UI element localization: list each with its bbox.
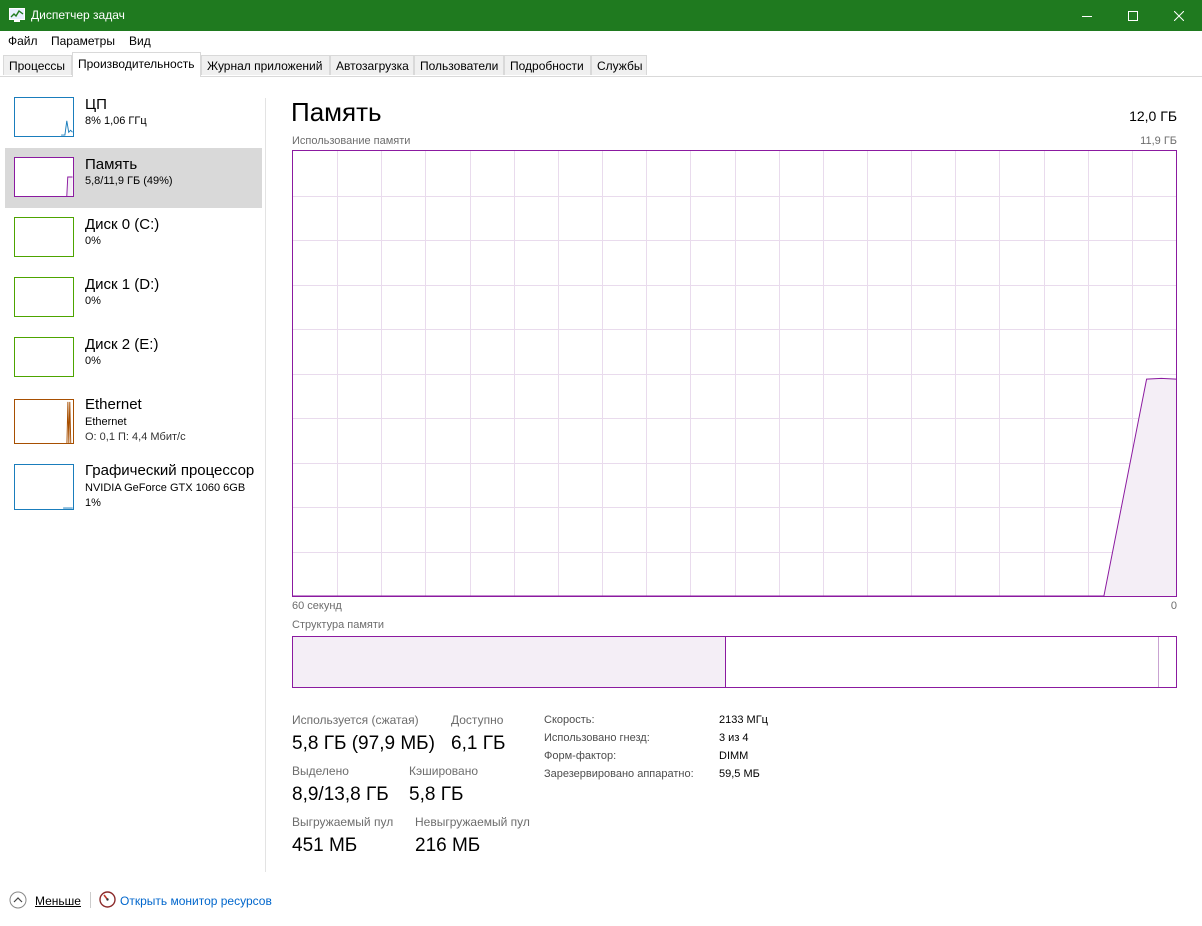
footer-divider xyxy=(90,892,91,908)
hardware-reserved-value: 59,5 МБ xyxy=(719,768,760,780)
cpu-usage: 8% 1,06 ГГц xyxy=(85,115,147,127)
paged-pool-label: Выгружаемый пул xyxy=(292,815,394,829)
maximize-button[interactable] xyxy=(1110,0,1156,31)
tab-users[interactable]: Пользователи xyxy=(414,55,504,75)
disk-1-thumbnail xyxy=(14,277,74,317)
time-axis-start: 60 секунд xyxy=(292,600,342,612)
ethernet-adapter: Ethernet xyxy=(85,416,127,428)
menu-bar: Файл Параметры Вид xyxy=(0,31,1202,52)
disk-1-name: Диск 1 (D:) xyxy=(85,276,160,293)
menu-file[interactable]: Файл xyxy=(8,34,38,48)
form-factor-label: Форм-фактор: xyxy=(544,750,617,762)
tab-details[interactable]: Подробности xyxy=(504,55,591,75)
tab-performance[interactable]: Производительность xyxy=(72,52,201,77)
minimize-icon xyxy=(1082,15,1092,17)
resource-monitor-icon xyxy=(99,891,116,908)
form-factor-value: DIMM xyxy=(719,750,749,762)
page-title: Память xyxy=(291,97,382,127)
memory-usage: 5,8/11,9 ГБ (49%) xyxy=(85,175,173,187)
chevron-up-icon[interactable] xyxy=(9,891,27,909)
fewer-details-link[interactable]: Меньше xyxy=(35,894,81,908)
memory-thumbnail xyxy=(14,157,74,197)
disk-0-usage: 0% xyxy=(85,235,101,247)
speed-value: 2133 МГц xyxy=(719,714,768,726)
maximize-icon xyxy=(1128,10,1138,21)
footer: Меньше Открыть монитор ресурсов xyxy=(0,878,1202,926)
disk-0-thumbnail xyxy=(14,217,74,257)
panel-separator xyxy=(265,98,266,872)
close-button[interactable] xyxy=(1156,0,1202,31)
hardware-reserved-label: Зарезервировано аппаратно: xyxy=(544,768,694,780)
slots-value: 3 из 4 xyxy=(719,732,749,744)
memory-total: 12,0 ГБ xyxy=(1129,108,1177,124)
memory-name: Память xyxy=(85,156,138,173)
gpu-model: NVIDIA GeForce GTX 1060 6GB xyxy=(85,482,246,494)
tab-app-history[interactable]: Журнал приложений xyxy=(201,55,330,75)
resource-disk-0[interactable]: Диск 0 (C:) 0% xyxy=(5,208,262,268)
slots-label: Использовано гнезд: xyxy=(544,732,650,744)
ethernet-thumbnail xyxy=(14,399,74,444)
tab-processes[interactable]: Процессы xyxy=(3,55,72,75)
disk-2-name: Диск 2 (E:) xyxy=(85,336,159,353)
title-bar[interactable]: Диспетчер задач xyxy=(0,0,1202,31)
gpu-usage: 1% xyxy=(85,497,101,509)
close-icon xyxy=(1174,10,1184,21)
resource-disk-1[interactable]: Диск 1 (D:) 0% xyxy=(5,268,262,328)
cached-value: 5,8 ГБ xyxy=(409,784,464,805)
gpu-thumbnail xyxy=(14,464,74,510)
resource-cpu[interactable]: ЦП 8% 1,06 ГГц xyxy=(5,88,262,148)
tab-services[interactable]: Службы xyxy=(591,55,647,75)
cpu-name: ЦП xyxy=(85,96,107,113)
disk-2-usage: 0% xyxy=(85,355,101,367)
resource-gpu[interactable]: Графический процессор NVIDIA GeForce GTX… xyxy=(5,458,262,518)
chart-grid xyxy=(293,151,1176,596)
speed-label: Скорость: xyxy=(544,714,595,726)
open-resource-monitor-link[interactable]: Открыть монитор ресурсов xyxy=(120,894,272,908)
cpu-thumbnail xyxy=(14,97,74,137)
tab-startup[interactable]: Автозагрузка xyxy=(330,55,414,75)
memory-composition-bar[interactable] xyxy=(292,636,1177,688)
usage-chart-max: 11,9 ГБ xyxy=(1140,135,1177,147)
composition-standby-boundary xyxy=(293,637,1160,687)
nonpaged-pool-value: 216 МБ xyxy=(415,835,481,856)
tab-bar: Процессы Производительность Журнал прило… xyxy=(0,52,1202,77)
window-title: Диспетчер задач xyxy=(31,8,125,22)
gpu-name: Графический процессор xyxy=(85,462,255,479)
committed-value: 8,9/13,8 ГБ xyxy=(292,784,389,805)
minimize-button[interactable] xyxy=(1064,0,1110,31)
committed-label: Выделено xyxy=(292,764,349,778)
disk-2-thumbnail xyxy=(14,337,74,377)
disk-1-usage: 0% xyxy=(85,295,101,307)
resource-memory[interactable]: Память 5,8/11,9 ГБ (49%) xyxy=(5,148,262,208)
task-manager-icon xyxy=(9,8,25,22)
nonpaged-pool-label: Невыгружаемый пул xyxy=(415,815,530,829)
menu-options[interactable]: Параметры xyxy=(51,34,115,48)
resource-list: ЦП 8% 1,06 ГГц Память 5,8/11,9 ГБ (49%) … xyxy=(0,88,265,878)
memory-usage-chart xyxy=(292,150,1177,597)
ethernet-throughput: О: 0,1 П: 4,4 Мбит/с xyxy=(85,431,186,443)
usage-chart-label: Использование памяти xyxy=(292,135,411,147)
memory-usage-plot xyxy=(293,151,1176,596)
ethernet-name: Ethernet xyxy=(85,396,142,413)
resource-disk-2[interactable]: Диск 2 (E:) 0% xyxy=(5,328,262,388)
cached-label: Кэшировано xyxy=(409,764,479,778)
available-label: Доступно xyxy=(451,713,504,727)
disk-0-name: Диск 0 (C:) xyxy=(85,216,160,233)
in-use-label: Используется (сжатая) xyxy=(292,713,419,727)
paged-pool-value: 451 МБ xyxy=(292,835,358,856)
menu-view[interactable]: Вид xyxy=(129,34,151,48)
time-axis-end: 0 xyxy=(1170,600,1177,612)
in-use-value: 5,8 ГБ (97,9 МБ) xyxy=(292,733,435,754)
composition-label: Структура памяти xyxy=(292,619,385,631)
resource-ethernet[interactable]: Ethernet Ethernet О: 0,1 П: 4,4 Мбит/с xyxy=(5,388,262,448)
available-value: 6,1 ГБ xyxy=(451,733,506,754)
